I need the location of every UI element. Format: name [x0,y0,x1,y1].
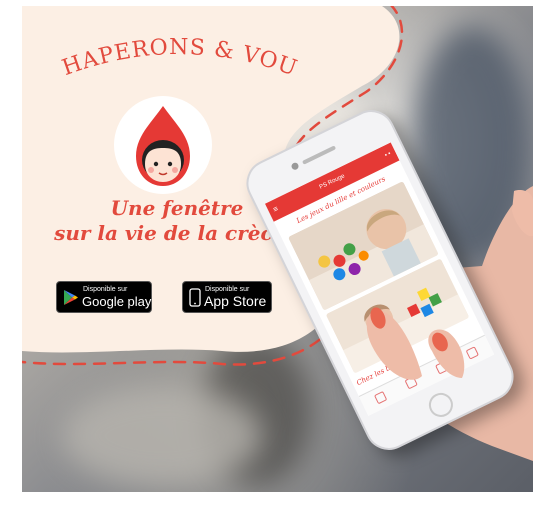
banner: CHAPERONS & VOUS Une fenêtre sur la vie … [22,6,533,492]
fingers-image [366,190,533,380]
